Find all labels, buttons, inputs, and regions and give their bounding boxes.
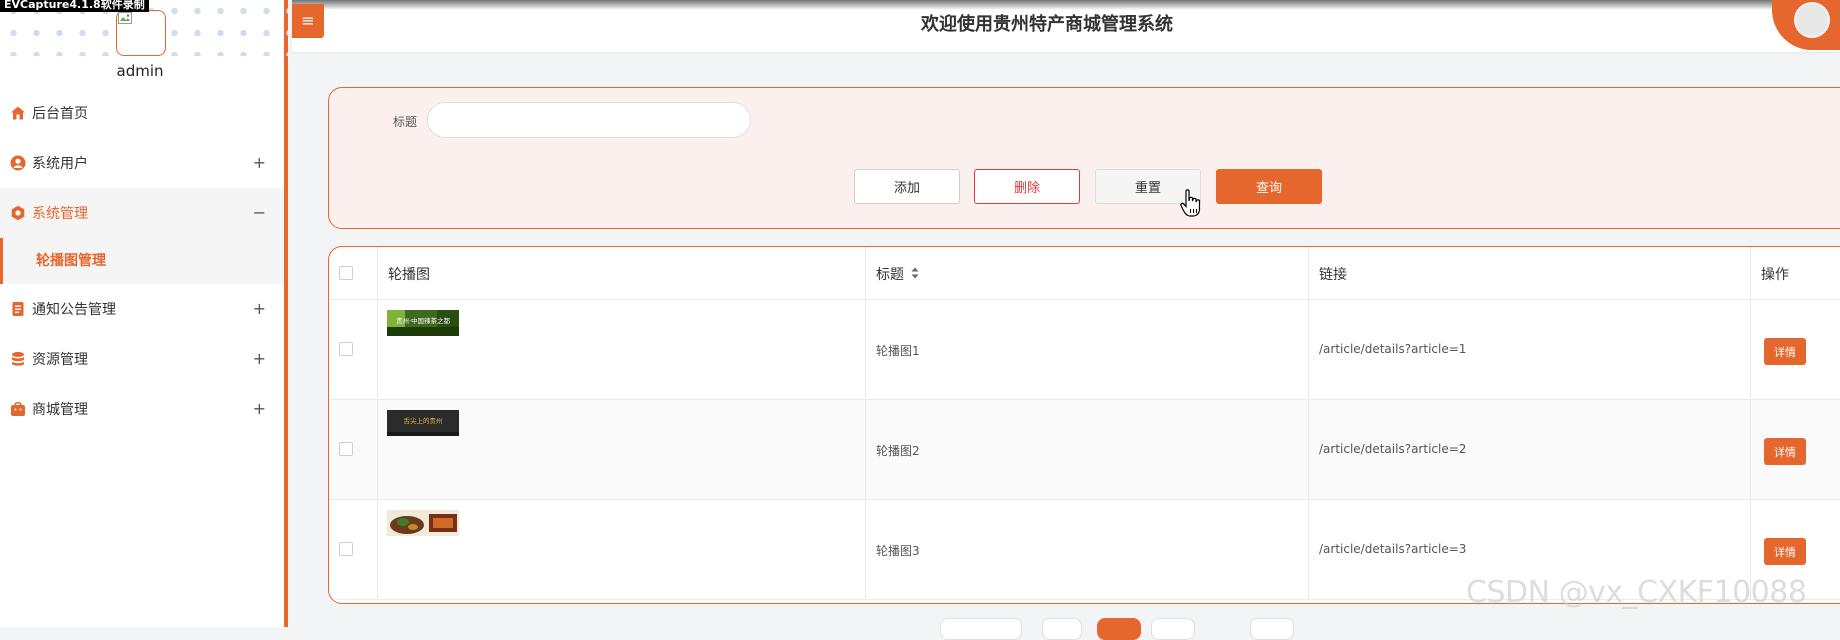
detail-button[interactable]: 详情 [1764,438,1806,465]
carousel-thumbnail-image[interactable] [387,510,459,536]
sidebar-item-home[interactable]: 后台首页 [0,88,284,138]
row-checkbox[interactable] [339,442,353,456]
shop-icon [11,401,25,416]
watermark: CSDN @vx_CXKF10088 [1466,575,1807,610]
column-header-link: 链接 [1309,247,1751,299]
title-search-input[interactable] [427,102,751,138]
table-row: 舌尖上的贵州 轮播图2 /article/details?article=2 详… [329,400,1840,500]
sidebar-item-system-management[interactable]: 系统管理 − [0,188,284,238]
table-row: 贵州·中国辣茶之都 轮播图1 /article/details?article=… [329,300,1840,400]
detail-button[interactable]: 详情 [1764,338,1806,365]
row-checkbox[interactable] [339,542,353,556]
pagination-jumper-input[interactable] [1250,618,1294,640]
sidebar-item-label: 资源管理 [32,352,88,368]
column-header-label: 链接 [1319,267,1347,283]
username: admin [116,62,164,80]
row-checkbox-cell [329,500,378,599]
column-header-title[interactable]: 标题 [866,247,1309,299]
link-cell: /article/details?article=1 [1309,300,1751,399]
sidebar-subitem-carousel-management[interactable]: 轮播图管理 [0,238,284,284]
avatar[interactable] [116,10,166,56]
action-cell: 详情 [1751,400,1840,499]
title-cell: 轮播图2 [866,400,1309,499]
add-button[interactable]: 添加 [854,169,960,204]
hand-cursor-icon [1180,189,1201,217]
header-avatar[interactable] [1794,2,1830,38]
title-cell: 轮播图1 [866,300,1309,399]
carousel-image-cell: 贵州·中国辣茶之都 [378,300,866,399]
home-icon [11,106,25,120]
sidebar-item-resource-management[interactable]: 资源管理 + [0,334,284,384]
expand-icon[interactable]: + [253,384,266,434]
thumbnail-caption: 贵州·中国辣茶之都 [396,316,451,325]
top-header: ≡ 欢迎使用贵州特产商城管理系统 [292,0,1840,52]
expand-icon[interactable]: + [253,138,266,188]
query-button[interactable]: 查询 [1216,169,1322,204]
sidebar-item-label: 通知公告管理 [32,302,116,318]
carousel-image-cell [378,500,866,599]
pagination-prev-button[interactable] [1042,618,1082,640]
collapse-icon[interactable]: − [253,188,266,238]
action-cell: 详情 [1751,300,1840,399]
detail-button[interactable]: 详情 [1764,538,1806,565]
table-header: 轮播图 标题 链接 操作 [329,247,1840,300]
row-title: 轮播图2 [876,444,920,458]
notice-icon [12,302,24,316]
carousel-table: 轮播图 标题 链接 操作 贵州·中国辣茶之都 轮播图1 /article/det… [328,246,1840,604]
sidebar-item-label: 系统用户 [32,156,88,172]
recorder-badge: EVCapture4.1.8软件录制 [0,0,149,12]
carousel-image-cell: 舌尖上的贵州 [378,400,866,499]
pagination-page-current[interactable] [1097,618,1141,640]
column-header-label: 轮播图 [388,267,430,283]
sort-icon[interactable] [910,266,920,280]
broken-image-icon [118,12,132,24]
column-header-image: 轮播图 [378,247,866,299]
sidebar-item-notice-management[interactable]: 通知公告管理 + [0,284,284,334]
user-icon [10,155,26,171]
expand-icon[interactable]: + [253,334,266,384]
column-header-label: 操作 [1761,267,1789,283]
search-panel: 标题 添加 删除 重置 查询 [328,87,1840,229]
thumbnail-caption: 舌尖上的贵州 [404,416,443,425]
sidebar-item-label: 后台首页 [32,106,88,122]
row-title: 轮播图3 [876,544,920,558]
row-checkbox-cell [329,400,378,499]
expand-icon[interactable]: + [253,284,266,334]
title-cell: 轮播图3 [866,500,1309,599]
page-title: 欢迎使用贵州特产商城管理系统 [921,14,1173,35]
pagination-next-button[interactable] [1151,618,1195,640]
sidebar: admin 后台首页 系统用户 + 系统管理 − 轮播图管理 通知公告管理 + … [0,0,288,627]
column-header-action: 操作 [1751,247,1840,299]
pagination-size-select[interactable] [940,618,1022,640]
database-icon [12,352,24,366]
sidebar-item-label: 系统管理 [32,206,88,222]
column-header-label: 标题 [876,267,904,283]
row-checkbox-cell [329,300,378,399]
carousel-thumbnail-image[interactable]: 舌尖上的贵州 [387,410,459,436]
sidebar-item-system-users[interactable]: 系统用户 + [0,138,284,188]
sidebar-item-shop-management[interactable]: 商城管理 + [0,384,284,434]
row-link: /article/details?article=2 [1319,442,1467,456]
link-cell: /article/details?article=2 [1309,400,1751,499]
settings-icon [11,205,25,221]
sidebar-item-label: 商城管理 [32,402,88,418]
carousel-thumbnail-image[interactable]: 贵州·中国辣茶之都 [387,310,459,336]
title-filter-label: 标题 [393,115,418,129]
select-all-checkbox[interactable] [339,266,353,280]
header-checkbox-cell [329,247,378,299]
row-link: /article/details?article=1 [1319,342,1467,356]
row-link: /article/details?article=3 [1319,542,1467,556]
row-title: 轮播图1 [876,344,920,358]
delete-button[interactable]: 删除 [974,169,1080,204]
row-checkbox[interactable] [339,342,353,356]
sidebar-menu: 后台首页 系统用户 + 系统管理 − 轮播图管理 通知公告管理 + 资源管理 +… [0,88,284,434]
